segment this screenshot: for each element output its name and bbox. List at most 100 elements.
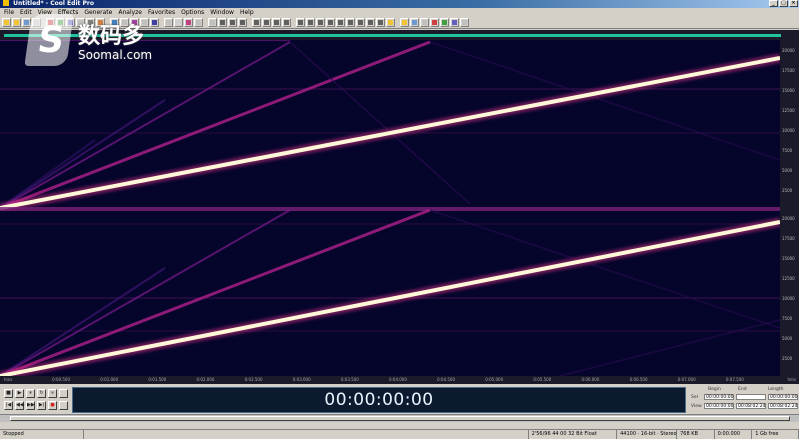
freq-tick-label: 17500: [782, 236, 795, 241]
toolbar-button[interactable]: [238, 18, 247, 27]
play-to-end-button[interactable]: ↻: [37, 389, 46, 398]
menu-file[interactable]: File: [4, 8, 14, 17]
toolbar-button[interactable]: [296, 18, 305, 27]
toolbar-button[interactable]: [440, 18, 449, 27]
watermark: S 数码多 Soomal.com: [24, 14, 168, 74]
rewind-button[interactable]: ◀◀: [15, 401, 24, 410]
tool-icon: [368, 20, 373, 25]
toolbar-button[interactable]: [410, 18, 419, 27]
toolbar-button[interactable]: [252, 18, 261, 27]
pause-button[interactable]: ⏸: [26, 389, 35, 398]
toolbar-button[interactable]: [450, 18, 459, 27]
toolbar-button[interactable]: [430, 18, 439, 27]
maximize-button[interactable]: □: [779, 0, 788, 7]
tool-icon: [338, 20, 343, 25]
freq-tick-label: 20000: [782, 48, 795, 53]
time-tick-label: 0:05.500: [533, 377, 552, 382]
horizontal-scrollbar[interactable]: [0, 414, 799, 422]
time-tick-label: 0:03.500: [340, 377, 359, 382]
toolbar-button[interactable]: [262, 18, 271, 27]
tool-icon: [254, 20, 259, 25]
tool-icon: [388, 20, 393, 25]
tool-icon: [412, 20, 417, 25]
sel-length-field[interactable]: 00:00:00:00: [768, 394, 798, 400]
watermark-english: Soomal.com: [78, 48, 153, 62]
toolbar-button[interactable]: [272, 18, 281, 27]
status-field: Stopped: [0, 430, 84, 439]
freq-tick-label: 5000: [782, 168, 793, 173]
loop-button[interactable]: ∞: [48, 389, 57, 398]
view-begin-field[interactable]: 00:00:00:00: [704, 403, 734, 409]
status-field: 1 Gb free: [752, 430, 799, 439]
time-display: 00:00:00:00: [72, 387, 686, 413]
toolbar-button[interactable]: [366, 18, 375, 27]
menu-options[interactable]: Options: [181, 8, 204, 17]
go-start-button[interactable]: |◀: [4, 401, 13, 410]
time-tick-label: 0:04.500: [437, 377, 456, 382]
toolbar-button[interactable]: [12, 18, 21, 27]
record-button[interactable]: ●: [48, 401, 57, 410]
tool-icon: [196, 20, 201, 25]
toolbar-button[interactable]: [316, 18, 325, 27]
freq-tick-label: 17500: [782, 68, 795, 73]
sel-begin-field[interactable]: 00:00:00:00: [704, 394, 734, 400]
time-tick-label: 0:00.500: [52, 377, 71, 382]
toolbar-button[interactable]: [346, 18, 355, 27]
toolbar-button[interactable]: [282, 18, 291, 27]
toolbar-button[interactable]: [2, 18, 11, 27]
close-button[interactable]: ×: [789, 0, 798, 7]
toolbar-button[interactable]: [356, 18, 365, 27]
tool-icon: [298, 20, 303, 25]
toolbar-button[interactable]: [218, 18, 227, 27]
toolbar-button[interactable]: [460, 18, 469, 27]
time-tick-label: 0:03.000: [292, 377, 311, 382]
tool-icon: [318, 20, 323, 25]
sel-end-field[interactable]: [736, 394, 766, 400]
toolbar-button[interactable]: [376, 18, 385, 27]
status-field: 0:00.000: [715, 430, 753, 439]
view-end-field[interactable]: 00:08:02:24: [736, 403, 766, 409]
tool-icon: [402, 20, 407, 25]
transport-controls: ■ ▶ ⏸ ↻ ∞ |◀ ◀◀ ▶▶ ▶| ●: [2, 387, 68, 413]
tool-icon: [186, 20, 191, 25]
time-display-value: 00:00:00:00: [324, 390, 434, 410]
tool-icon: [274, 20, 279, 25]
time-tick-label: 0:02.500: [244, 377, 263, 382]
toolbar-button[interactable]: [194, 18, 203, 27]
time-tick-label: hms: [787, 377, 796, 382]
status-field: [84, 430, 529, 439]
toolbar-button[interactable]: [326, 18, 335, 27]
menu-help[interactable]: Help: [240, 8, 254, 17]
minimize-button[interactable]: _: [769, 0, 778, 7]
spectral-view[interactable]: [0, 40, 780, 376]
spare-button[interactable]: [59, 401, 68, 410]
sel-row-label: Sel: [691, 395, 698, 400]
time-tick-label: 0:01.000: [100, 377, 119, 382]
toolbar-button[interactable]: [184, 18, 193, 27]
menu-window[interactable]: Window: [210, 8, 234, 17]
freq-tick-label: 20000: [782, 216, 795, 221]
toolbar-button[interactable]: [420, 18, 429, 27]
fast-forward-button[interactable]: ▶▶: [26, 401, 35, 410]
app-icon: [3, 0, 9, 6]
toolbar-button[interactable]: [400, 18, 409, 27]
toolbar-button[interactable]: [208, 18, 217, 27]
tool-icon: [432, 20, 437, 25]
stop-button[interactable]: ■: [4, 389, 13, 398]
toolbar-button[interactable]: [386, 18, 395, 27]
toolbar-button[interactable]: [306, 18, 315, 27]
frequency-ruler: 20000 17500 15000 12500 10000 7500 5000 2500 200…: [780, 40, 799, 376]
freq-tick-label: 10000: [782, 128, 795, 133]
view-row-label: View: [691, 404, 702, 409]
time-ruler[interactable]: hms 0:00.500 0:01.000 0:01.500 0:02.000 0:02.…: [0, 376, 799, 384]
go-end-button[interactable]: ▶|: [37, 401, 46, 410]
toolbar-button[interactable]: [174, 18, 183, 27]
scrollbar-thumb[interactable]: [10, 416, 790, 421]
toolbar-button[interactable]: [228, 18, 237, 27]
tool-icon: [4, 20, 9, 25]
spare-button[interactable]: [59, 389, 68, 398]
tool-icon: [358, 20, 363, 25]
toolbar-button[interactable]: [336, 18, 345, 27]
play-button[interactable]: ▶: [15, 389, 24, 398]
view-length-field[interactable]: 00:08:02:24: [768, 403, 798, 409]
